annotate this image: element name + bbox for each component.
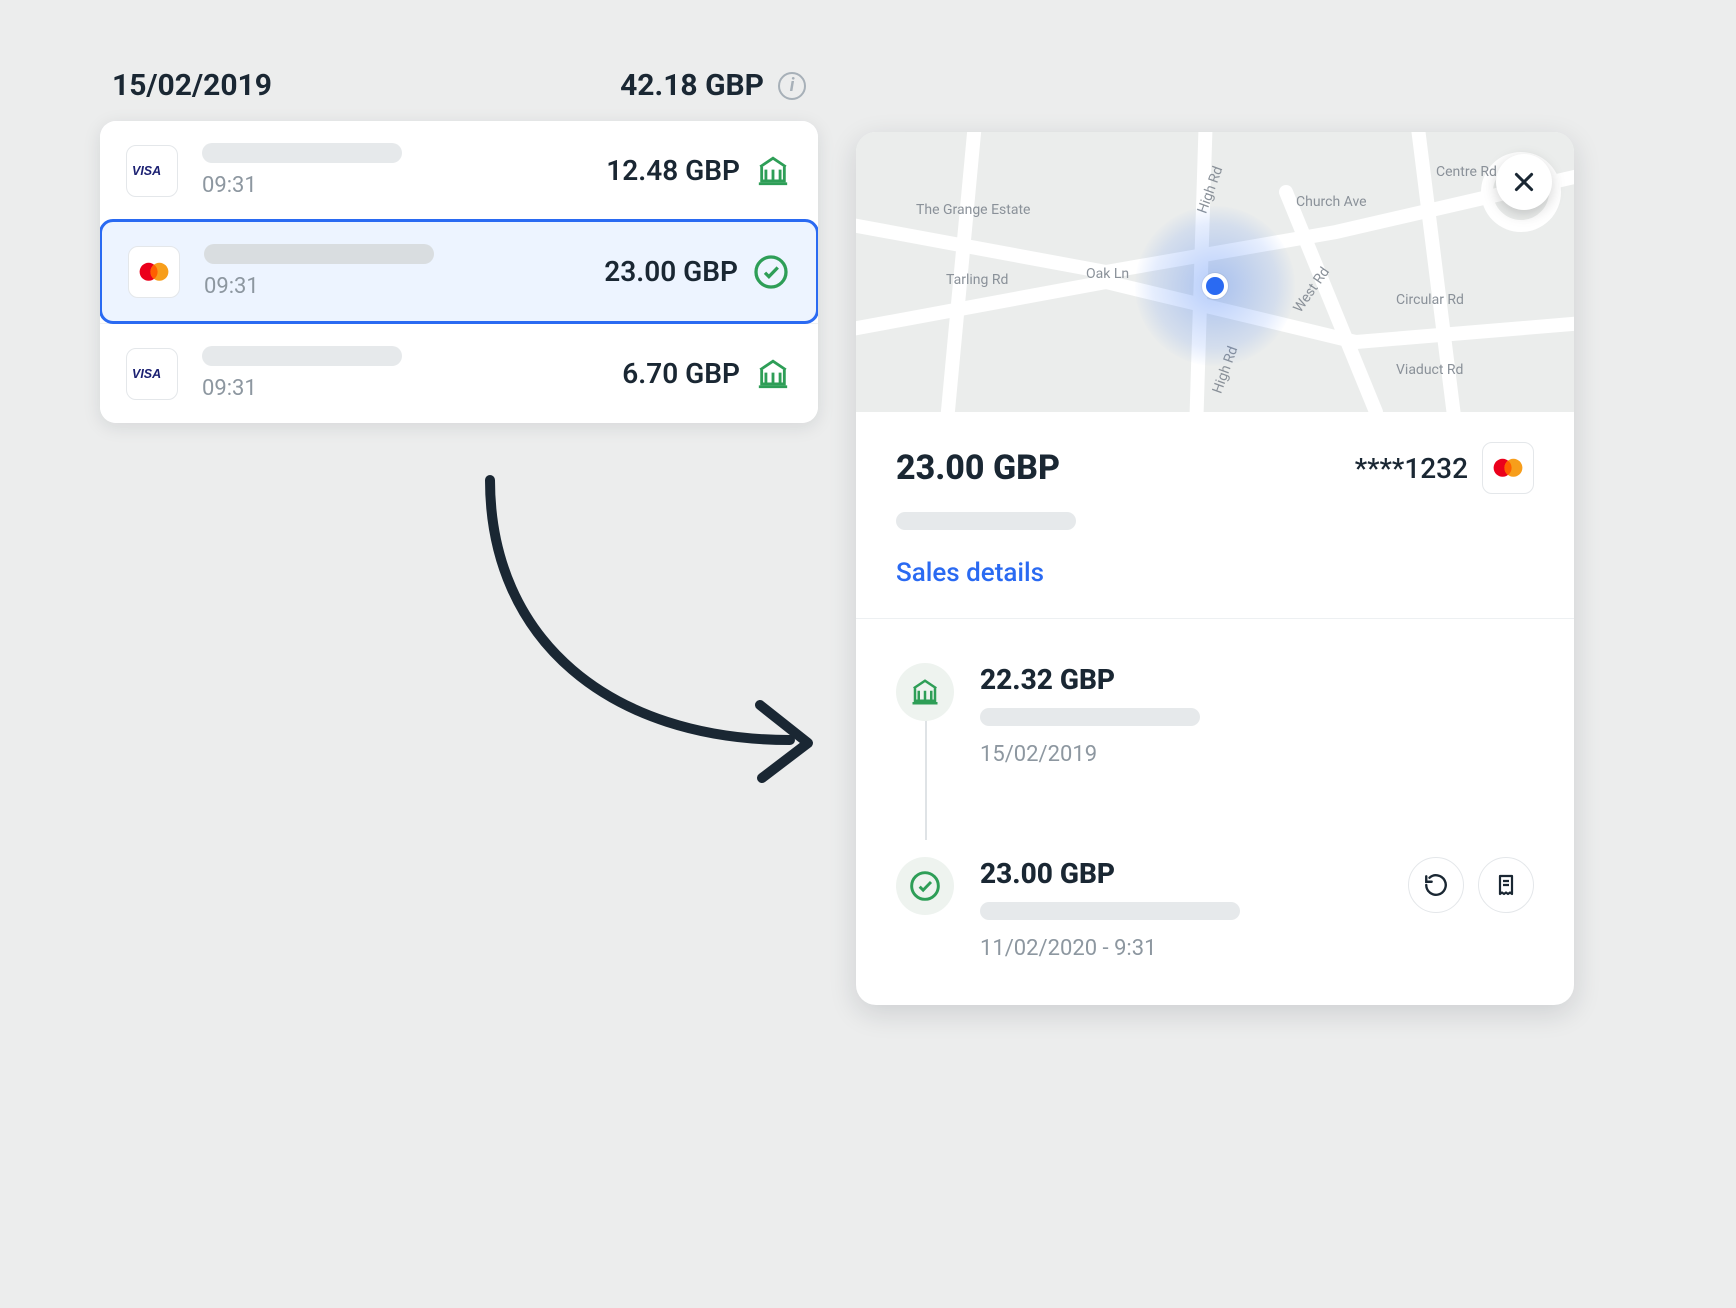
map-street-label: Centre Rd — [1436, 164, 1497, 180]
timeline-item: 23.00 GBP 11/02/2020 - 9:31 — [896, 857, 1534, 961]
map-street-label: The Grange Estate — [916, 202, 1030, 218]
refresh-button[interactable] — [1408, 857, 1464, 913]
map-street-label: Oak Ln — [1086, 266, 1129, 282]
timeline-item: 22.32 GBP 15/02/2019 — [896, 663, 1534, 767]
masked-card-number: ****1232 — [1355, 452, 1468, 485]
transaction-row[interactable]: VISA 09:31 6.70 GBP — [100, 323, 818, 423]
mastercard-icon — [128, 246, 180, 298]
close-button[interactable] — [1496, 154, 1552, 210]
transactions-panel: 15/02/2019 42.18 GBP i VISA 09:31 12.48 … — [100, 68, 818, 423]
description-placeholder — [980, 902, 1240, 920]
transaction-time: 09:31 — [202, 376, 598, 401]
bank-icon — [754, 355, 792, 393]
summary-date: 15/02/2019 — [112, 68, 272, 103]
merchant-placeholder — [896, 512, 1076, 530]
divider — [856, 618, 1574, 619]
check-circle-icon — [752, 253, 790, 291]
svg-text:VISA: VISA — [132, 164, 161, 177]
map-street-label: Viaduct Rd — [1396, 362, 1463, 378]
transaction-amount: 12.48 GBP — [606, 154, 740, 187]
bank-icon — [754, 152, 792, 190]
info-icon[interactable]: i — [778, 72, 806, 100]
payment-timeline: 22.32 GBP 15/02/2019 23.00 GBP 11/02/202… — [856, 627, 1574, 1005]
transaction-time: 09:31 — [204, 274, 580, 299]
location-marker-icon — [1202, 273, 1228, 299]
map-street-label: Circular Rd — [1396, 292, 1464, 308]
map-street-label: Tarling Rd — [946, 272, 1008, 288]
receipt-button[interactable] — [1478, 857, 1534, 913]
map-street-label: Church Ave — [1296, 194, 1367, 210]
transaction-time: 09:31 — [202, 173, 582, 198]
transaction-row[interactable]: VISA 09:31 12.48 GBP — [100, 121, 818, 220]
transaction-amount: 6.70 GBP — [622, 357, 740, 390]
timeline-amount: 22.32 GBP — [980, 663, 1534, 696]
merchant-placeholder — [204, 244, 434, 264]
timeline-amount: 23.00 GBP — [980, 857, 1382, 890]
map[interactable]: The Grange EstateHigh RdChurch AveCentre… — [856, 132, 1574, 412]
check-circle-icon — [896, 857, 954, 915]
summary-total: 42.18 GBP — [620, 68, 764, 103]
visa-card-icon: VISA — [126, 145, 178, 197]
merchant-placeholder — [202, 346, 402, 366]
description-placeholder — [980, 708, 1200, 726]
arrow-icon — [430, 460, 840, 800]
detail-amount: 23.00 GBP — [896, 448, 1060, 488]
sales-details-link[interactable]: Sales details — [896, 558, 1044, 588]
timeline-date: 11/02/2020 - 9:31 — [980, 936, 1382, 961]
transaction-amount: 23.00 GBP — [604, 255, 738, 288]
svg-text:VISA: VISA — [132, 367, 161, 380]
transaction-detail-card: The Grange EstateHigh RdChurch AveCentre… — [856, 132, 1574, 1005]
bank-icon — [896, 663, 954, 721]
mastercard-icon — [1482, 442, 1534, 494]
merchant-placeholder — [202, 143, 402, 163]
visa-card-icon: VISA — [126, 348, 178, 400]
day-summary: 15/02/2019 42.18 GBP i — [100, 68, 818, 121]
timeline-date: 15/02/2019 — [980, 742, 1534, 767]
transaction-list: VISA 09:31 12.48 GBP — [100, 121, 818, 423]
transaction-row[interactable]: 09:31 23.00 GBP — [100, 219, 818, 324]
